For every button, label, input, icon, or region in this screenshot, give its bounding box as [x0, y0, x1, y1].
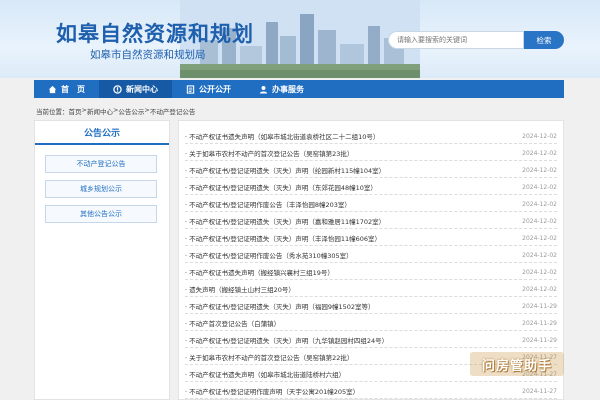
- nav-item-label: 公开公开: [199, 84, 231, 94]
- list-item-date: 2024-12-02: [522, 200, 557, 208]
- sidebar-item-urban-planning[interactable]: 城乡规划公示: [45, 180, 157, 198]
- list-item-title[interactable]: · 关于如皋市农村不动产的首次登记公告（吴窑镇第22批）: [185, 352, 353, 362]
- list-item[interactable]: · 不动产首次登记公告（白蒲镇） 2024-11-29: [185, 316, 557, 331]
- list-item-title[interactable]: · 不动产权证书/登记证明遗失（灭失）声明（东郊花园48幢10室）: [185, 182, 377, 192]
- header-banner: 如皋自然资源和规划 如皋市自然资源和规划局 检索: [0, 0, 600, 78]
- breadcrumb-item-news[interactable]: 新闻中心: [87, 106, 113, 116]
- search-input[interactable]: [388, 31, 524, 49]
- sidebar-title: 公告公示: [35, 121, 169, 145]
- list-item[interactable]: · 不动产权证书/登记证明作废公告（秀水苑310幢305室） 2024-12-02: [185, 248, 557, 263]
- nav-item-label: 首 页: [61, 84, 85, 94]
- list-item-date: 2024-12-02: [522, 132, 557, 140]
- site-title: 如皋自然资源和规划: [56, 22, 254, 46]
- watermark-logo: 问房管助手: [470, 352, 564, 376]
- list-item-title[interactable]: · 不动产首次登记公告（白蒲镇）: [185, 318, 280, 328]
- list-item-title[interactable]: · 不动产权证书/登记证明遗失（灭失）声明（纶园新村115幢104室）: [185, 165, 385, 175]
- list-item[interactable]: · 不动产权证书/登记证明遗失（灭失）声明（丰泽怡园11幢606室） 2024-1…: [185, 231, 557, 246]
- list-item-title[interactable]: · 不动产权证书/登记证明作废公告（秀水苑310幢305室）: [185, 250, 353, 260]
- list-item-date: 2024-12-02: [522, 149, 557, 157]
- list-item[interactable]: · 不动产权证书/登记证明遗失（灭失）声明（九华镇赵园村四组24号） 2024-1…: [185, 333, 557, 348]
- list-item-title[interactable]: · 不动产权证书/登记证明遗失（灭失）声明（九华镇赵园村四组24号）: [185, 335, 388, 345]
- list-item[interactable]: · 关于如皋市农村不动产的首次登记公告（吴窑镇第23批） 2024-12-02: [185, 146, 557, 161]
- list-item[interactable]: · 不动产权证书遗失声明（如皋市城北街道袁桥社区二十二组10号） 2024-12-…: [185, 129, 557, 144]
- breadcrumb: 当前位置： 首页 > 新闻中心 > 公告公示 > 不动产登记公告: [36, 106, 195, 116]
- list-item-title[interactable]: · 不动产权证书/登记证明遗失（灭失）声明（丰泽怡园11幢606室）: [185, 233, 381, 243]
- sidebar-item-property-registration[interactable]: 不动产登记公告: [45, 155, 157, 173]
- breadcrumb-item-announcements[interactable]: 公告公示: [118, 106, 144, 116]
- search-button[interactable]: 检索: [524, 31, 564, 49]
- list-item-date: 2024-12-02: [522, 234, 557, 242]
- list-item-title[interactable]: · 不动产权证书/登记证明遗失（灭失）声明（嘉和雅居11幢1702室）: [185, 216, 385, 226]
- list-item[interactable]: · 不动产权证书/登记证明作废声明（天宇公寓201幢205室） 2024-11-2…: [185, 384, 557, 399]
- list-item-date: 2024-12-02: [522, 217, 557, 225]
- list-item-date: 2024-11-29: [522, 302, 557, 310]
- list-item-date: 2024-11-29: [522, 336, 557, 344]
- list-item-date: 2024-12-02: [522, 166, 557, 174]
- main-nav: 首 页 新闻中心 公开公开 办事服务: [34, 80, 564, 98]
- list-item-date: 2024-11-29: [522, 319, 557, 327]
- list-item[interactable]: · 不动产权证书遗失声明（搬经镇兴襄村三组19号） 2024-12-02: [185, 265, 557, 280]
- service-icon: [259, 85, 268, 94]
- sidebar: 公告公示 不动产登记公告 城乡规划公示 其他公告公示: [34, 120, 170, 400]
- nav-item-service[interactable]: 办事服务: [245, 80, 318, 98]
- list-item[interactable]: · 不动产权证书/登记证明遗失（灭失）声明（嘉和雅居11幢1702室） 2024-…: [185, 214, 557, 229]
- list-item-date: 2024-12-02: [522, 183, 557, 191]
- list-item-title[interactable]: · 不动产权证书遗失声明（如皋市城北街道陆桥村六组）: [185, 369, 345, 379]
- home-icon: [48, 85, 57, 93]
- list-item-title[interactable]: · 关于如皋市农村不动产的首次登记公告（吴窑镇第23批）: [185, 148, 353, 158]
- sidebar-item-other-notices[interactable]: 其他公告公示: [45, 205, 157, 223]
- nav-item-label: 新闻中心: [126, 84, 158, 94]
- nav-item-news[interactable]: 新闻中心: [99, 80, 172, 98]
- nav-item-home[interactable]: 首 页: [34, 80, 99, 98]
- list-item-title[interactable]: · 遗失声明（搬经镇土山村三组20号）: [185, 284, 295, 294]
- list-item-date: 2024-11-27: [522, 387, 557, 395]
- breadcrumb-item-current[interactable]: 不动产登记公告: [150, 106, 196, 116]
- nav-item-label: 办事服务: [272, 84, 304, 94]
- list-item[interactable]: · 不动产权证书/登记证明遗失（灭失）声明（东郊花园48幢10室） 2024-12…: [185, 180, 557, 195]
- list-item-date: 2024-12-02: [522, 251, 557, 259]
- list-item-title[interactable]: · 不动产权证书遗失声明（搬经镇兴襄村三组19号）: [185, 267, 334, 277]
- list-item-title[interactable]: · 不动产权证书/登记证明作废声明（天宇公寓201幢205室）: [185, 386, 359, 396]
- list-item[interactable]: · 不动产权证书/登记证明遗失（灭失）声明（纶园新村115幢104室） 2024-…: [185, 163, 557, 178]
- list-item-title[interactable]: · 不动产权证书/登记证明遗失（灭失）声明（福园9幢1502室等）: [185, 301, 375, 311]
- breadcrumb-item-home[interactable]: 首页: [69, 106, 82, 116]
- list-item-date: 2024-12-02: [522, 285, 557, 293]
- site-subtitle: 如皋市自然资源和规划局: [90, 49, 206, 61]
- breadcrumb-prefix: 当前位置：: [36, 108, 69, 116]
- list-item[interactable]: · 遗失声明（搬经镇土山村三组20号） 2024-12-02: [185, 282, 557, 297]
- list-item-title[interactable]: · 不动产权证书/登记证明作废公告（丰泽怡园8幢203室）: [185, 199, 351, 209]
- list-item[interactable]: · 不动产权证书/登记证明遗失（灭失）声明（福园9幢1502室等） 2024-11…: [185, 299, 557, 314]
- list-item-date: 2024-12-02: [522, 268, 557, 276]
- news-icon: [113, 84, 122, 94]
- public-icon: [186, 84, 195, 94]
- list-item-title[interactable]: · 不动产权证书遗失声明（如皋市城北街道袁桥社区二十二组10号）: [185, 131, 379, 141]
- nav-item-public[interactable]: 公开公开: [172, 80, 245, 98]
- list-item[interactable]: · 不动产权证书/登记证明作废公告（丰泽怡园8幢203室） 2024-12-02: [185, 197, 557, 212]
